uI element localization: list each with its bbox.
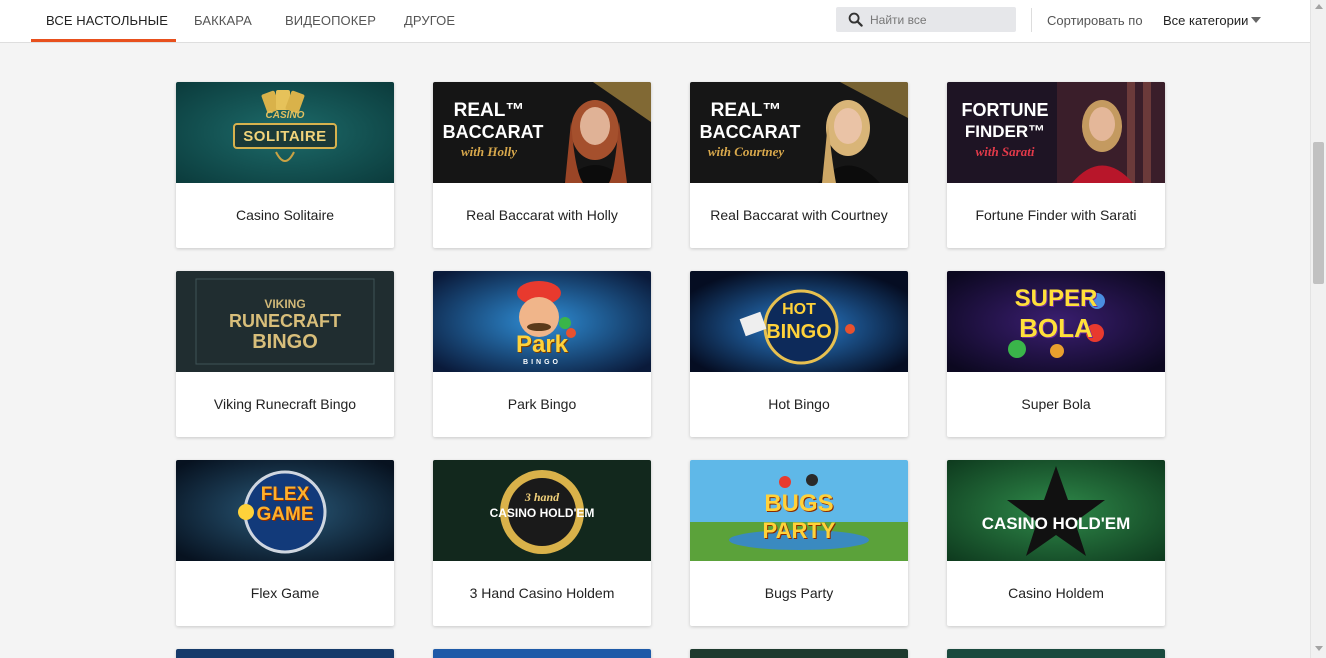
game-thumbnail [690,649,908,658]
game-title: Viking Runecraft Bingo [213,396,357,412]
tab-video-poker[interactable]: ВИДЕОПОКЕР [285,0,376,43]
game-card-real-baccarat-courtney[interactable]: REAL™ BACCARAT with Courtney Real Baccar… [690,82,908,248]
tab-all-table-games[interactable]: ВСЕ НАСТОЛЬНЫЕ [46,0,168,43]
artwork-text: BINGO [766,321,832,343]
scroll-up-arrow-icon[interactable] [1315,4,1323,9]
artwork-text: REAL™ [710,100,782,121]
artwork-text: VIKING [264,297,306,311]
top-navigation-bar: ВСЕ НАСТОЛЬНЫЕ БАККАРА ВИДЕОПОКЕР ДРУГОЕ… [0,0,1310,43]
game-card-bugs-party[interactable]: BUGS PARTY Bugs Party [690,460,908,626]
game-thumbnail: SUPER BOLA [947,271,1165,372]
game-card-casino-holdem[interactable]: CASINO HOLD'EM Casino Holdem [947,460,1165,626]
chevron-down-icon[interactable] [1251,17,1261,23]
artwork-text: BACCARAT [699,122,801,142]
game-card-viking-runecraft-bingo[interactable]: VIKING RUNECRAFT BINGO Viking Runecraft … [176,271,394,437]
game-card-super-bola[interactable]: SUPER BOLA Super Bola [947,271,1165,437]
game-title: Fortune Finder with Sarati [975,207,1137,223]
scroll-down-arrow-icon[interactable] [1315,646,1323,651]
artwork-text: FLEX [260,484,310,505]
game-title: Flex Game [250,585,320,601]
game-title: 3 Hand Casino Holdem [469,585,615,601]
game-thumbnail: FLEX GAME [176,460,394,561]
artwork-text: with Sarati [975,144,1035,159]
artwork-text: SOLITAIRE [243,128,327,145]
game-thumbnail [176,649,394,658]
game-card-park-bingo[interactable]: Park BINGO Park Bingo [433,271,651,437]
artwork-text: SUPER [1014,285,1098,312]
artwork-text: with Holly [461,144,517,159]
game-title: Casino Solitaire [235,207,335,223]
game-card-fortune-finder-sarati[interactable]: FORTUNE FINDER™ with Sarati Fortune Find… [947,82,1165,248]
game-title: Casino Holdem [1008,585,1104,601]
game-card-flex-game[interactable]: FLEX GAME Flex Game [176,460,394,626]
game-title: Super Bola [1021,396,1091,412]
header-divider [1031,8,1032,32]
search-icon [848,12,863,27]
game-card-3-hand-casino-holdem[interactable]: 3 hand CASINO HOLD'EM 3 Hand Casino Hold… [433,460,651,626]
artwork-text: FINDER™ [964,122,1046,141]
game-thumbnail [433,649,651,658]
casino-holdem-artwork [947,460,1165,561]
game-card-partial[interactable] [433,649,651,658]
game-thumbnail: FORTUNE FINDER™ with Sarati [947,82,1165,183]
artwork-text: PARTY [762,518,836,543]
active-tab-indicator [31,39,176,42]
artwork-text: CASINO HOLD'EM [981,514,1131,533]
artwork-text: with Courtney [707,144,785,159]
tab-other[interactable]: ДРУГОЕ [404,0,455,43]
scrollbar-thumb[interactable] [1313,142,1324,284]
game-card-hot-bingo[interactable]: HOT BINGO Hot Bingo [690,271,908,437]
artwork-text: FORTUNE [961,100,1049,120]
category-dropdown[interactable]: Все категории [1163,0,1248,42]
artwork-text: 3 hand [524,490,560,504]
game-thumbnail: Park BINGO [433,271,651,372]
game-title: Park Bingo [507,396,577,412]
search-box[interactable] [836,7,1016,32]
artwork-text: BUGS [764,490,834,517]
game-thumbnail: HOT BINGO [690,271,908,372]
game-thumbnail: REAL™ BACCARAT with Holly [433,82,651,183]
game-card-real-baccarat-holly[interactable]: REAL™ BACCARAT with Holly Real Baccarat … [433,82,651,248]
game-thumbnail: 3 hand CASINO HOLD'EM [433,460,651,561]
search-input[interactable] [870,7,1012,32]
artwork-text: BOLA [1019,313,1093,343]
game-title: Hot Bingo [768,396,830,412]
game-card-partial[interactable] [176,649,394,658]
game-card-casino-solitaire[interactable]: CASINO SOLITAIRE Casino Solitaire [176,82,394,248]
artwork-text: BINGO [252,331,318,353]
artwork-text: BINGO [523,359,561,366]
artwork-text: RUNECRAFT [229,311,341,331]
game-title: Real Baccarat with Courtney [710,207,888,223]
artwork-text: HOT [782,301,816,318]
game-thumbnail [947,649,1165,658]
game-thumbnail: VIKING RUNECRAFT BINGO [176,271,394,372]
game-title: Real Baccarat with Holly [466,207,618,223]
game-thumbnail: CASINO SOLITAIRE [176,82,394,183]
sort-label: Сортировать по [1047,13,1143,28]
tab-baccarat[interactable]: БАККАРА [194,0,252,43]
game-thumbnail: BUGS PARTY [690,460,908,561]
game-card-partial[interactable] [690,649,908,658]
artwork-text: BACCARAT [442,122,544,142]
game-thumbnail: REAL™ BACCARAT with Courtney [690,82,908,183]
page-scrollbar[interactable] [1310,0,1326,658]
game-thumbnail: CASINO HOLD'EM [947,460,1165,561]
artwork-text: CASINO [265,110,305,121]
artwork-text: GAME [256,504,314,525]
game-card-partial[interactable] [947,649,1165,658]
artwork-text: CASINO HOLD'EM [489,506,595,520]
artwork-text: REAL™ [453,100,525,121]
game-title: Bugs Party [764,585,834,601]
artwork-text: Park [515,331,569,358]
